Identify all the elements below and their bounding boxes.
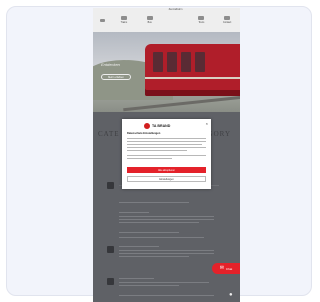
train-stripe bbox=[145, 77, 240, 79]
train-window bbox=[153, 52, 163, 72]
close-icon[interactable]: × bbox=[206, 121, 208, 126]
modal-text-line bbox=[127, 141, 206, 142]
text-line bbox=[119, 212, 149, 213]
modal-text-line bbox=[127, 138, 206, 139]
modal-text-line bbox=[127, 155, 206, 156]
text-line bbox=[119, 237, 204, 238]
nav-label: Bus bbox=[147, 21, 152, 24]
text-line bbox=[119, 246, 159, 247]
accept-all-button[interactable]: Alle akzeptieren bbox=[127, 167, 206, 173]
cookie-consent-dialog: TA BRAND × Datenschutz-Einstellungen All… bbox=[122, 119, 211, 189]
modal-text-line bbox=[127, 147, 206, 148]
modal-title: Datenschutz-Einstellungen bbox=[127, 132, 161, 135]
chat-label: Chat bbox=[225, 266, 233, 271]
text-line bbox=[119, 219, 214, 220]
phone-icon bbox=[224, 16, 231, 20]
text-line bbox=[119, 253, 214, 254]
train-icon bbox=[120, 16, 127, 20]
text-line bbox=[119, 202, 189, 203]
brand-name: TA BRAND bbox=[152, 124, 171, 128]
home-icon bbox=[99, 18, 105, 22]
train-window bbox=[181, 52, 191, 72]
modal-text-line bbox=[127, 144, 202, 145]
hero-banner: Entdecken Mehr erfahren bbox=[93, 32, 240, 112]
text-line bbox=[119, 295, 214, 296]
list-item-icon bbox=[107, 278, 114, 285]
chat-button[interactable]: ✉ Chat bbox=[212, 263, 240, 274]
section-heading-left: CATE bbox=[98, 130, 120, 138]
hero-button[interactable]: Mehr erfahren bbox=[101, 74, 131, 80]
brand-logo-icon bbox=[144, 123, 150, 129]
modal-text-line bbox=[127, 150, 187, 151]
text-line bbox=[119, 285, 179, 286]
list-item-icon bbox=[107, 182, 114, 189]
text-line bbox=[119, 222, 199, 223]
nav-home[interactable] bbox=[93, 8, 111, 32]
train-window bbox=[167, 52, 177, 72]
nav-trains[interactable]: Trains bbox=[111, 8, 137, 32]
text-line bbox=[119, 232, 179, 233]
nav-label: Contact bbox=[223, 21, 232, 24]
text-line bbox=[119, 250, 214, 251]
nav-label: Trains bbox=[120, 21, 128, 24]
train-window bbox=[195, 52, 205, 72]
list-item-icon bbox=[107, 246, 114, 253]
nav-bus[interactable]: Bus bbox=[137, 8, 163, 32]
text-line bbox=[119, 278, 154, 279]
nav-contact[interactable]: Contact bbox=[214, 8, 240, 32]
bus-icon bbox=[146, 16, 153, 20]
ticket-icon bbox=[198, 16, 205, 20]
text-line bbox=[119, 216, 214, 217]
site-logo[interactable]: Zentralbahn bbox=[163, 8, 189, 11]
text-line bbox=[119, 282, 209, 283]
modal-brand: TA BRAND bbox=[144, 123, 170, 129]
logo-text: Zentralbahn bbox=[168, 8, 183, 11]
accessibility-icon[interactable]: ● bbox=[229, 292, 233, 298]
hero-train-image bbox=[145, 44, 240, 96]
chat-icon: ✉ bbox=[219, 265, 224, 271]
modal-text-line bbox=[127, 158, 172, 159]
nav-label: Tours bbox=[198, 21, 205, 24]
top-navigation: Trains Bus Zentralbahn Tours Contact bbox=[93, 8, 240, 32]
text-line bbox=[119, 256, 189, 257]
nav-tours[interactable]: Tours bbox=[189, 8, 215, 32]
hero-caption: Entdecken bbox=[101, 62, 120, 67]
settings-button[interactable]: Einstellungen bbox=[127, 176, 206, 182]
